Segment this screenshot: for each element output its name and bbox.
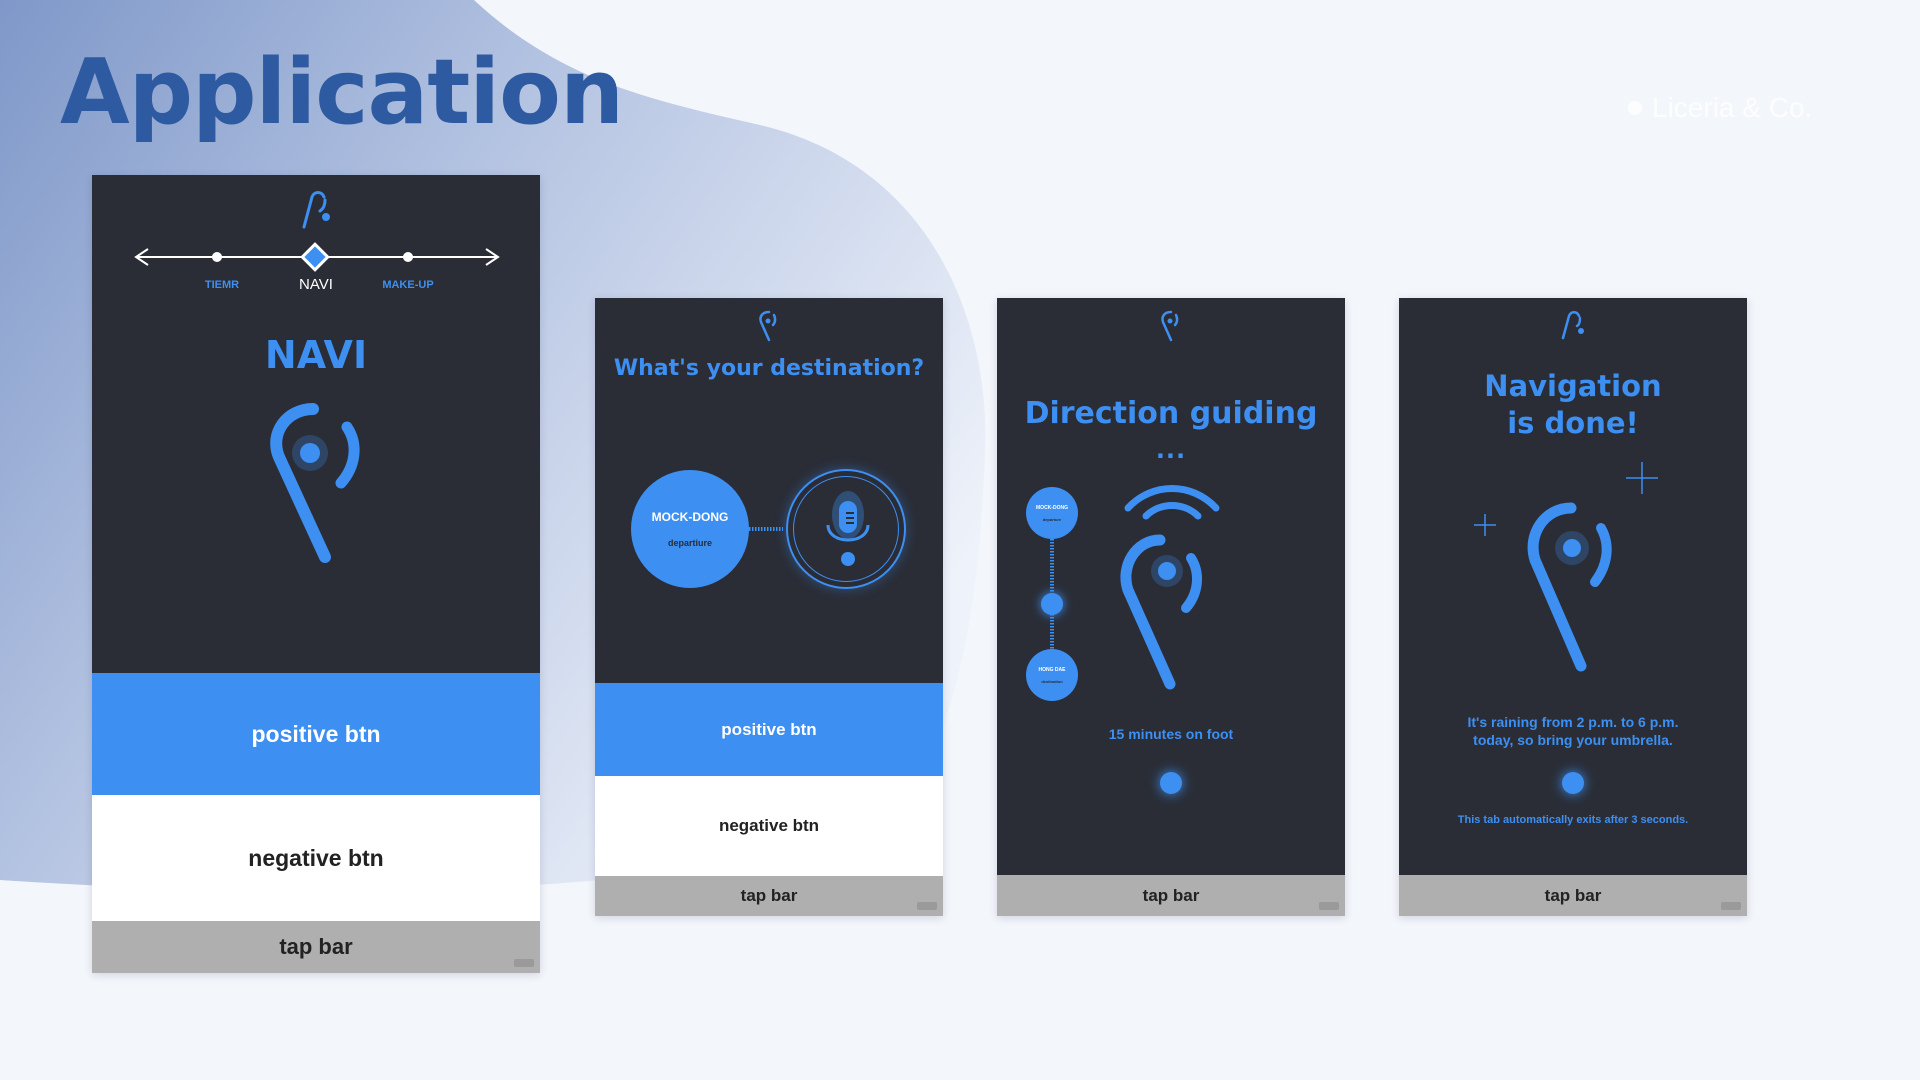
- message-line-2: today, so bring your umbrella.: [1473, 732, 1673, 748]
- positive-button[interactable]: positive btn: [595, 683, 943, 776]
- duration-text: 15 minutes on foot: [1108, 726, 1234, 742]
- screen-direction: Direction guiding ... MOCK-DONG departur…: [997, 298, 1345, 875]
- nav-label-navi[interactable]: NAVI: [275, 276, 357, 293]
- end-name: HONG DAE: [1038, 666, 1066, 673]
- screen-done: Navigation is done! It's raining from 2 …: [1399, 298, 1747, 875]
- corner-tag-icon: [1721, 902, 1741, 910]
- connector-line: [749, 527, 783, 531]
- navi-pin-icon: [1120, 534, 1202, 690]
- tap-bar[interactable]: tap bar: [1399, 875, 1747, 916]
- origin-circle: MOCK-DONG departiure: [631, 470, 749, 588]
- message-line-1: It's raining from 2 p.m. to 6 p.m.: [1467, 714, 1679, 730]
- phone-navi-main: TIEMR NAVI MAKE-UP NAVI positive btn neg…: [92, 175, 540, 973]
- end-sub: destination: [1041, 678, 1063, 684]
- negative-button[interactable]: negative btn: [595, 776, 943, 876]
- tap-bar[interactable]: tap bar: [92, 921, 540, 973]
- weather-message: It's raining from 2 p.m. to 6 p.m. today…: [1399, 713, 1747, 749]
- nav-label-timer[interactable]: TIEMR: [187, 279, 257, 291]
- screen-heading: What's your destination?: [613, 356, 925, 381]
- phone-destination: What's your destination? MOCK-DONG depar…: [595, 298, 943, 916]
- corner-tag-icon: [1319, 902, 1339, 910]
- phone-done: Navigation is done! It's raining from 2 …: [1399, 298, 1747, 916]
- signal-waves-icon: [1124, 485, 1220, 520]
- brand-name: Liceria & Co.: [1652, 92, 1813, 123]
- corner-tag-icon: [917, 902, 937, 910]
- brand-dot-icon: [1628, 101, 1642, 115]
- status-dot: [1160, 772, 1182, 794]
- screen-navi-main: TIEMR NAVI MAKE-UP NAVI: [92, 175, 540, 673]
- negative-button[interactable]: negative btn: [92, 795, 540, 921]
- phone-direction: Direction guiding ... MOCK-DONG departur…: [997, 298, 1345, 916]
- start-name: MOCK-DONG: [1036, 504, 1068, 511]
- end-circle: HONG DAE destination: [1026, 649, 1078, 701]
- positive-button[interactable]: positive btn: [92, 673, 540, 795]
- nav-label-makeup[interactable]: MAKE-UP: [368, 279, 448, 291]
- route-progress-dot: [1041, 593, 1063, 615]
- origin-name: MOCK-DONG: [651, 510, 729, 524]
- sparkle-icon: [1626, 462, 1658, 494]
- screen-destination: What's your destination? MOCK-DONG depar…: [595, 298, 943, 683]
- exit-note: This tab automatically exits after 3 sec…: [1457, 814, 1689, 826]
- start-sub: departure: [1042, 516, 1062, 522]
- loading-ellipsis: ...: [1155, 436, 1187, 464]
- navi-pin-icon: [270, 403, 360, 563]
- page-title: Application: [60, 40, 624, 145]
- heading-line-2: is done!: [1507, 406, 1639, 440]
- start-circle: MOCK-DONG departure: [1026, 487, 1078, 539]
- tap-bar[interactable]: tap bar: [997, 875, 1345, 916]
- screen-heading: NAVI: [264, 333, 368, 377]
- tap-bar[interactable]: tap bar: [595, 876, 943, 916]
- app-logo-icon: [302, 191, 330, 229]
- heading-line-1: Navigation: [1484, 369, 1662, 403]
- app-logo-icon: [1561, 311, 1584, 340]
- navi-pin-icon: [1527, 502, 1612, 672]
- microphone-button[interactable]: [786, 469, 906, 589]
- corner-tag-icon: [514, 959, 534, 967]
- app-logo-icon: [759, 310, 777, 342]
- screen-heading: Navigation is done!: [1399, 368, 1747, 442]
- status-dot: [1562, 772, 1584, 794]
- sparkle-icon: [1474, 514, 1496, 536]
- brand-logo: Liceria & Co.: [1628, 92, 1812, 124]
- origin-sub: departiure: [667, 538, 712, 548]
- app-logo-icon: [1161, 310, 1179, 342]
- screen-heading: Direction guiding: [1024, 396, 1318, 431]
- mode-selector[interactable]: [132, 235, 502, 275]
- microphone-icon: [826, 491, 870, 566]
